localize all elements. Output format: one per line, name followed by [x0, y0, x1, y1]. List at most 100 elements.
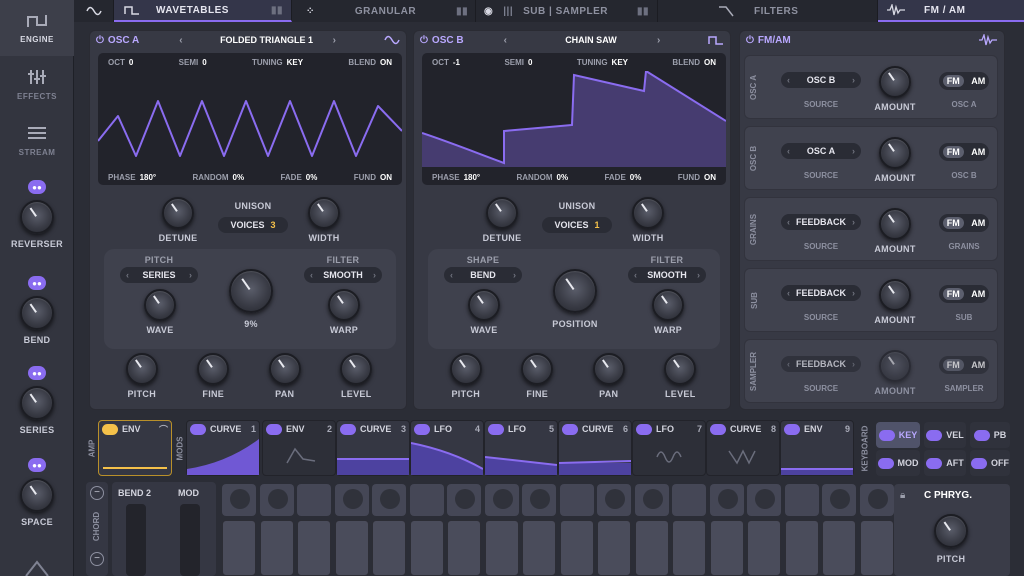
osc-a-wavetable-name[interactable]: FOLDED TRIANGLE 1: [207, 35, 327, 45]
oct-value[interactable]: 0: [129, 58, 133, 67]
warp-knob[interactable]: [328, 289, 360, 321]
fm-am-switch[interactable]: FM AM: [939, 143, 989, 161]
tuning-value[interactable]: KEY: [612, 58, 628, 67]
filter-mode-select[interactable]: ‹ SMOOTH ›: [304, 267, 382, 283]
piano-key[interactable]: [259, 520, 294, 576]
chord-pad[interactable]: [484, 484, 519, 516]
tab-fm-am[interactable]: FM / AM: [878, 0, 1024, 22]
chord-pad[interactable]: [372, 484, 406, 516]
tab-granular[interactable]: ⁘ GRANULAR ▮▮: [292, 0, 476, 22]
mod-slot-8[interactable]: CURVE 8: [706, 420, 780, 476]
piano-key[interactable]: [859, 520, 894, 576]
fm-am-switch[interactable]: FM AM: [939, 356, 989, 374]
piano-key[interactable]: [747, 520, 781, 576]
mod-toggle[interactable]: [414, 423, 430, 435]
random-value[interactable]: 0%: [557, 173, 569, 182]
space-toggle[interactable]: ●●: [28, 458, 46, 472]
drag-handle-icon[interactable]: ▮▮: [456, 6, 468, 17]
chord-pad[interactable]: [222, 484, 256, 516]
vel-toggle[interactable]: [926, 429, 943, 441]
bend-wheel[interactable]: [126, 504, 146, 576]
reverser-toggle[interactable]: ●●: [28, 180, 46, 194]
mod-slot-5[interactable]: LFO 5: [484, 420, 558, 476]
fm-amount-knob[interactable]: [879, 137, 911, 169]
wave-knob[interactable]: [144, 289, 176, 321]
position-knob[interactable]: [553, 269, 597, 313]
chord-pad[interactable]: [784, 484, 819, 516]
fm-am-switch[interactable]: FM AM: [939, 214, 989, 232]
mod-toggle[interactable]: [266, 423, 282, 435]
fm-source-select[interactable]: ‹ FEEDBACK ›: [781, 285, 861, 301]
mod-slot-2[interactable]: ENV 2: [262, 420, 336, 476]
chord-pad[interactable]: [747, 484, 781, 516]
warp-knob[interactable]: [652, 289, 684, 321]
chord-pad[interactable]: [859, 484, 894, 516]
pb-button[interactable]: PB: [970, 422, 1010, 448]
piano-key[interactable]: [672, 520, 706, 576]
amp-env-slot[interactable]: ENV ⌒: [98, 420, 172, 476]
wave-select-tab[interactable]: [74, 0, 114, 22]
chord-pad[interactable]: [634, 484, 669, 516]
minus-icon[interactable]: −: [90, 486, 104, 500]
detune-knob[interactable]: [486, 197, 518, 229]
piano-key[interactable]: [484, 520, 519, 576]
am-option[interactable]: AM: [971, 218, 985, 228]
mod-toggle[interactable]: [340, 423, 356, 435]
level-knob[interactable]: [664, 353, 697, 385]
pitch-knob[interactable]: [449, 353, 482, 385]
fm-option[interactable]: FM: [942, 359, 964, 371]
am-option[interactable]: AM: [971, 360, 985, 370]
piano-key[interactable]: [222, 520, 256, 576]
fund-value[interactable]: ON: [380, 173, 392, 182]
fine-knob[interactable]: [521, 353, 554, 385]
drag-handle-icon[interactable]: ▮▮: [637, 6, 649, 17]
osc-b-wave-display[interactable]: OCT -1 SEMI 0 TUNING KEY BLEND ON PHASE 180° …: [422, 53, 726, 185]
osc-b-wavetable-name[interactable]: CHAIN SAW: [531, 35, 651, 45]
chord-pad[interactable]: [409, 484, 444, 516]
pitch-mode-select[interactable]: ‹ SERIES ›: [120, 267, 198, 283]
tab-wavetables[interactable]: WAVETABLES ▮▮: [114, 0, 292, 22]
fm-am-switch[interactable]: FM AM: [939, 285, 989, 303]
mod-toggle[interactable]: [710, 423, 726, 435]
fm-source-select[interactable]: ‹ FEEDBACK ›: [781, 214, 861, 230]
width-knob[interactable]: [632, 197, 664, 229]
chord-pad[interactable]: [597, 484, 631, 516]
mod-slot-9[interactable]: ENV 9: [780, 420, 854, 476]
filter-mode-select[interactable]: ‹ SMOOTH ›: [628, 267, 706, 283]
osc-a-wave-display[interactable]: OCT 0 SEMI 0 TUNING KEY BLEND ON PHASE 180° R…: [98, 53, 402, 185]
fund-value[interactable]: ON: [704, 173, 716, 182]
amp-env-toggle[interactable]: [102, 423, 118, 435]
am-option[interactable]: AM: [971, 76, 985, 86]
engine-button[interactable]: ENGINE: [0, 0, 74, 56]
chord-pad[interactable]: [297, 484, 331, 516]
am-option[interactable]: AM: [971, 289, 985, 299]
piano-key[interactable]: [297, 520, 331, 576]
chord-pad[interactable]: [822, 484, 856, 516]
lock-icon[interactable]: 🔒︎: [900, 490, 905, 501]
off-toggle[interactable]: [971, 457, 987, 469]
fm-amount-knob[interactable]: [879, 350, 911, 382]
blend-value[interactable]: ON: [380, 58, 392, 67]
pan-knob[interactable]: [268, 353, 301, 385]
tab-filters[interactable]: FILTERS: [658, 0, 878, 22]
reverser-knob[interactable]: [20, 200, 54, 234]
fm-source-select[interactable]: ‹ OSC A ›: [781, 143, 861, 159]
bend-range-value[interactable]: 2: [146, 488, 151, 498]
piano-key[interactable]: [597, 520, 631, 576]
pb-toggle[interactable]: [973, 429, 990, 441]
power-icon[interactable]: ⏻: [96, 35, 104, 46]
semi-value[interactable]: 0: [528, 58, 532, 67]
fade-value[interactable]: 0%: [630, 173, 642, 182]
random-value[interactable]: 0%: [233, 173, 245, 182]
mod-slot-3[interactable]: CURVE 3: [336, 420, 410, 476]
piano-key[interactable]: [784, 520, 819, 576]
fade-value[interactable]: 0%: [306, 173, 318, 182]
off-button[interactable]: OFF: [970, 450, 1010, 476]
level-knob[interactable]: [340, 353, 373, 385]
fm-amount-knob[interactable]: [879, 279, 911, 311]
mod-toggle[interactable]: [562, 423, 578, 435]
stream-button[interactable]: STREAM: [0, 112, 74, 168]
mod-toggle[interactable]: [636, 423, 652, 435]
chord-pad[interactable]: [709, 484, 744, 516]
fm-am-switch[interactable]: FM AM: [939, 72, 989, 90]
